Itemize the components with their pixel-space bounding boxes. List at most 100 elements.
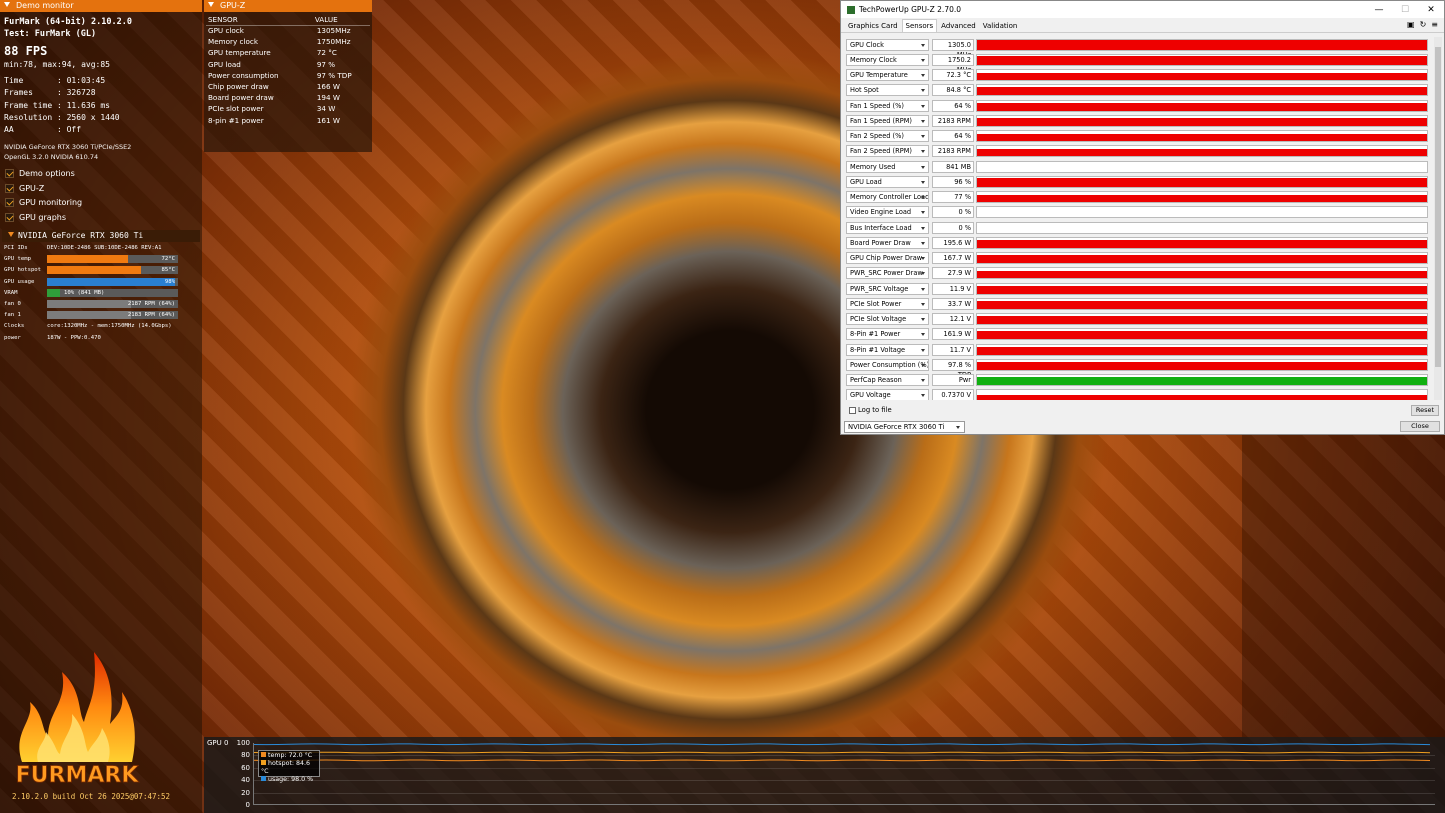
sensor-row: PWR_SRC Voltage 11.9 V [846, 281, 1433, 296]
sensor-name-dropdown[interactable]: Memory Clock [846, 53, 929, 66]
sensor-name-dropdown[interactable]: PWR_SRC Power Draw [846, 267, 929, 280]
test-name: Test: FurMark (GL) [4, 29, 97, 39]
sensor-name-dropdown[interactable]: 8-Pin #1 Power [846, 328, 929, 341]
sensor-graph [976, 328, 1428, 341]
sensor-value: 27.9 W [932, 267, 974, 280]
sensor-name-dropdown[interactable]: Fan 1 Speed (RPM) [846, 114, 929, 127]
tab-sensors[interactable]: Sensors [901, 19, 938, 32]
sensor-name-dropdown[interactable]: Memory Used [846, 160, 929, 173]
sensor-name-dropdown[interactable]: Memory Controller Load [846, 191, 929, 204]
stat-key: Frame time [4, 100, 57, 110]
overlay-value: 166 W [316, 82, 340, 92]
sensor-row: Memory Used 841 MB [846, 159, 1433, 174]
series-line-usage [254, 743, 1431, 746]
reset-button[interactable]: Reset [1411, 405, 1439, 416]
sensor-graph-fill [977, 270, 1427, 279]
sensor-name-dropdown[interactable]: PCIe Slot Voltage [846, 313, 929, 326]
tab-validation[interactable]: Validation [980, 20, 1021, 32]
gpu-row-label: fan 0 [4, 301, 21, 308]
sensor-row: GPU Chip Power Draw 167.7 W [846, 251, 1433, 266]
sensor-name-dropdown[interactable]: PCIe Slot Power [846, 297, 929, 310]
refresh-icon[interactable]: ↻ [1420, 20, 1427, 29]
gpu-section-header[interactable]: NVIDIA GeForce RTX 3060 Ti [2, 230, 200, 243]
option-gpu-monitoring[interactable]: GPU monitoring [0, 195, 202, 210]
gpu-graph-panel: GPU 0 100 80 60 40 20 0 temp: 72.0 °C hotspot:… [204, 737, 1445, 813]
graph-gpu-label: GPU 0 [207, 739, 229, 747]
gpu-row: GPU usage 98% [0, 276, 202, 287]
minimize-button[interactable]: — [1366, 5, 1392, 15]
gpu-row-bar: 98% [47, 277, 178, 286]
option-label: GPU-Z [19, 183, 45, 193]
scrollbar-thumb[interactable] [1435, 47, 1441, 367]
sensor-name-dropdown[interactable]: PerfCap Reason [846, 374, 929, 387]
sensor-row: 8-Pin #1 Power 161.9 W [846, 327, 1433, 342]
tab-advanced[interactable]: Advanced [938, 20, 979, 32]
overlay-row: Power consumption 97 % TDP [206, 70, 370, 81]
collapse-triangle-icon [8, 232, 14, 238]
maximize-button[interactable]: ☐ [1392, 5, 1418, 15]
tab-graphics-card[interactable]: Graphics Card [845, 20, 901, 32]
sensor-name-dropdown[interactable]: Hot Spot [846, 84, 929, 97]
sensor-row: PWR_SRC Power Draw 27.9 W [846, 266, 1433, 281]
sensor-name-dropdown[interactable]: Bus Interface Load [846, 221, 929, 234]
camera-icon[interactable]: ▣ [1407, 20, 1415, 29]
legend-swatch [261, 776, 266, 781]
stat-value: : 11.636 ms [56, 100, 110, 110]
sensor-name-dropdown[interactable]: Fan 2 Speed (%) [846, 130, 929, 143]
sensor-value: 64 % [932, 130, 974, 143]
sensor-name-dropdown[interactable]: GPU Temperature [846, 69, 929, 82]
sensor-value: 1750.2 MHz [932, 53, 974, 74]
checkbox-checked-icon[interactable] [5, 198, 14, 208]
sensor-row: Fan 1 Speed (RPM) 2183 RPM [846, 113, 1433, 128]
demo-options-list: Demo options GPU-Z GPU monitoring GPU graph… [0, 166, 202, 224]
sensor-name-dropdown[interactable]: GPU Chip Power Draw [846, 252, 929, 265]
overlay-sensor: GPU temperature [208, 48, 271, 58]
sensor-name-dropdown[interactable]: Power Consumption (%) [846, 358, 929, 371]
checkbox-checked-icon[interactable] [5, 169, 14, 179]
option-demo-options[interactable]: Demo options [0, 166, 202, 181]
checkbox-box[interactable] [849, 406, 856, 414]
sensor-row: Fan 2 Speed (%) 64 % [846, 129, 1433, 144]
y-tick-label: 100 [236, 739, 250, 747]
sensor-graph-fill [977, 148, 1427, 157]
gpu-select-dropdown[interactable]: NVIDIA GeForce RTX 3060 Ti [844, 421, 965, 433]
sensor-name-dropdown[interactable]: Fan 2 Speed (RPM) [846, 145, 929, 158]
log-to-file-checkbox[interactable]: Log to file [849, 406, 892, 414]
close-window-button[interactable]: ✕ [1418, 5, 1444, 15]
close-button[interactable]: Close [1400, 421, 1440, 432]
gpu-row-bar: 2187 RPM (64%) [47, 300, 178, 309]
sensor-name-dropdown[interactable]: Fan 1 Speed (%) [846, 99, 929, 112]
sensor-name-dropdown[interactable]: GPU Clock [846, 38, 929, 51]
sensor-name-dropdown[interactable]: Board Power Draw [846, 236, 929, 249]
legend-entry: hotspot: 84.6 °C [261, 760, 317, 776]
stat-value: : 2560 x 1440 [56, 112, 120, 122]
gpuz-overlay-header[interactable]: GPU-Z [204, 0, 372, 12]
bar-fill [47, 288, 61, 297]
window-titlebar[interactable]: TechPowerUp GPU-Z 2.70.0 — ☐ ✕ [841, 1, 1444, 18]
bar-text: 10% (841 MB) [64, 289, 105, 296]
checkbox-checked-icon[interactable] [5, 183, 14, 193]
sensor-value: 72.3 °C [932, 69, 974, 82]
sensor-value: 96 % [932, 175, 974, 188]
sensor-graph-fill [977, 285, 1427, 294]
sensor-graph [976, 221, 1428, 234]
logo-wordmark: FURMARK [16, 763, 140, 788]
option-gpu-z[interactable]: GPU-Z [0, 181, 202, 196]
checkbox-checked-icon[interactable] [5, 212, 14, 222]
gpu-row: fan 0 2187 RPM (64%) [0, 298, 202, 309]
option-gpu-graphs[interactable]: GPU graphs [0, 210, 202, 225]
sensor-name-dropdown[interactable]: GPU Load [846, 175, 929, 188]
sensor-name-dropdown[interactable]: PWR_SRC Voltage [846, 282, 929, 295]
sensor-name-dropdown[interactable]: Video Engine Load [846, 206, 929, 219]
sensor-name-dropdown[interactable]: 8-Pin #1 Voltage [846, 343, 929, 356]
demo-monitor-header[interactable]: Demo monitor [0, 0, 202, 12]
bar-fill [47, 255, 129, 264]
overlay-sensor: Power consumption [208, 70, 279, 80]
sensor-row: PerfCap Reason Pwr [846, 373, 1433, 388]
sensor-name-dropdown[interactable]: GPU Voltage [846, 389, 929, 400]
sensor-value: 97.8 % TDP [932, 358, 974, 379]
legend-text: usage: 98.0 % [268, 776, 314, 783]
sensor-scrollbar[interactable] [1434, 37, 1442, 400]
menu-icon[interactable]: ≡ [1431, 20, 1438, 29]
graph-legend: temp: 72.0 °C hotspot: 84.6 °C usage: 98.0… [258, 750, 320, 783]
